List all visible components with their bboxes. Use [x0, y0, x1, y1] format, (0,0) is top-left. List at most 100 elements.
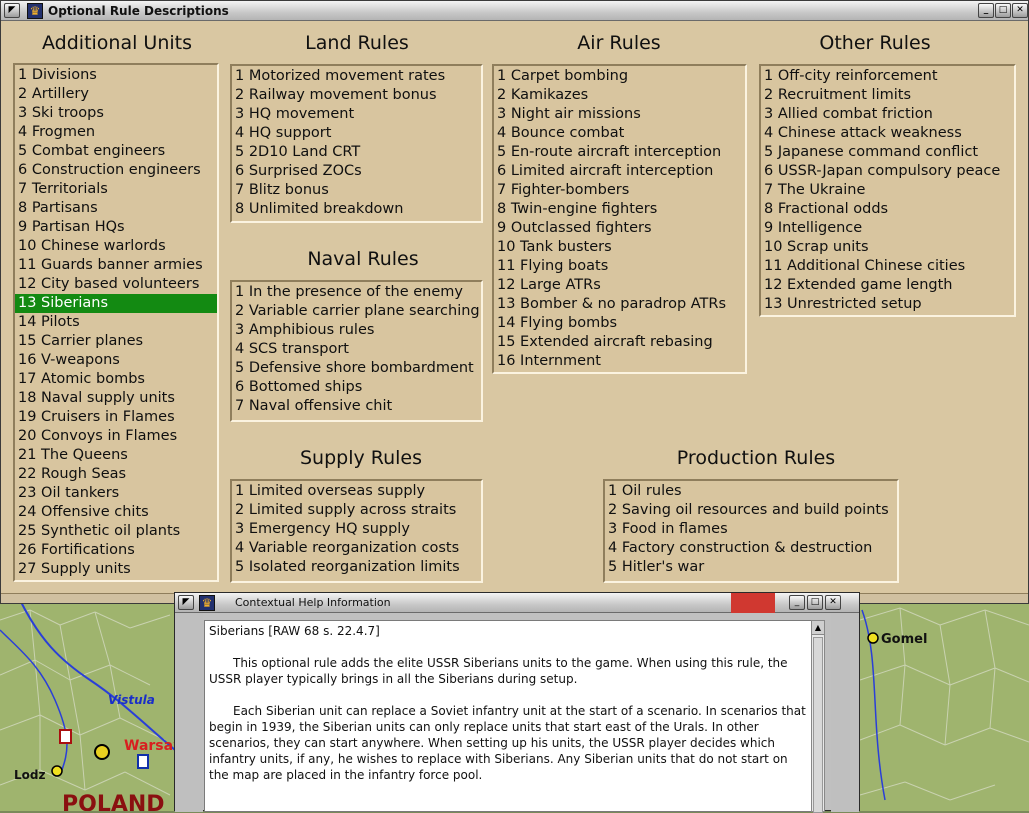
list-item[interactable]: 8 Fractional odds [761, 200, 1014, 219]
list-item[interactable]: 15 Carrier planes [15, 332, 217, 351]
help-minimize-icon[interactable]: _ [789, 595, 805, 610]
list-item[interactable]: 17 Atomic bombs [15, 370, 217, 389]
help-text-area[interactable]: Siberians [RAW 68 s. 22.4.7] This option… [204, 620, 812, 812]
list-item[interactable]: 2 Saving oil resources and build points [605, 501, 897, 520]
city-marker-warsaw[interactable] [94, 744, 110, 760]
list-item[interactable]: 22 Rough Seas [15, 465, 217, 484]
list-item[interactable]: 26 Fortifications [15, 541, 217, 560]
list-item[interactable]: 6 USSR-Japan compulsory peace [761, 162, 1014, 181]
list-item[interactable]: 5 Defensive shore bombardment [232, 359, 481, 378]
list-item[interactable]: 3 Food in flames [605, 520, 897, 539]
list-item[interactable]: 14 Pilots [15, 313, 217, 332]
list-item[interactable]: 4 SCS transport [232, 340, 481, 359]
supply-rules-list[interactable]: 1 Limited overseas supply 2 Limited suppl… [230, 479, 483, 583]
list-item[interactable]: 10 Scrap units [761, 238, 1014, 257]
list-item[interactable]: 5 2D10 Land CRT [232, 143, 481, 162]
list-item[interactable]: 13 Bomber & no paradrop ATRs [494, 295, 745, 314]
scroll-up-icon[interactable]: ▲ [812, 621, 824, 635]
list-item[interactable]: 11 Additional Chinese cities [761, 257, 1014, 276]
list-item[interactable]: 24 Offensive chits [15, 503, 217, 522]
list-item[interactable]: 9 Intelligence [761, 219, 1014, 238]
list-item[interactable]: 5 Combat engineers [15, 142, 217, 161]
help-system-menu-icon[interactable]: ◤ [178, 595, 194, 610]
naval-rules-list[interactable]: 1 In the presence of the enemy 2 Variable… [230, 280, 483, 422]
city-marker-gomel[interactable] [867, 632, 879, 644]
list-item[interactable]: 2 Kamikazes [494, 86, 745, 105]
help-close-icon[interactable]: ✕ [825, 595, 841, 610]
list-item[interactable]: 5 Japanese command conflict [761, 143, 1014, 162]
list-item[interactable]: 9 Outclassed fighters [494, 219, 745, 238]
list-item[interactable]: 4 Frogmen [15, 123, 217, 142]
land-rules-list[interactable]: 1 Motorized movement rates 2 Railway move… [230, 64, 483, 223]
list-item[interactable]: 1 Oil rules [605, 482, 897, 501]
air-rules-list[interactable]: 1 Carpet bombing 2 Kamikazes 3 Night air m… [492, 64, 747, 374]
additional-units-list[interactable]: 1 Divisions 2 Artillery 3 Ski troops 4 Frog… [13, 63, 219, 582]
list-item[interactable]: 5 Hitler's war [605, 558, 897, 577]
unit-counter-2[interactable] [137, 754, 149, 769]
list-item[interactable]: 1 In the presence of the enemy [232, 283, 481, 302]
main-titlebar[interactable]: ◤ ♛ Optional Rule Descriptions _ □ ✕ [1, 1, 1028, 21]
list-item[interactable]: 7 Fighter-bombers [494, 181, 745, 200]
help-titlebar[interactable]: ◤ ♛ Contextual Help Information _ □ ✕ [175, 593, 859, 613]
list-item[interactable]: 27 Supply units [15, 560, 217, 579]
unit-counter-1[interactable] [59, 729, 72, 744]
list-item[interactable]: 4 Bounce combat [494, 124, 745, 143]
list-item[interactable]: 5 Isolated reorganization limits [232, 558, 481, 577]
production-rules-list[interactable]: 1 Oil rules 2 Saving oil resources and bu… [603, 479, 899, 583]
list-item[interactable]: 6 Construction engineers [15, 161, 217, 180]
help-maximize-icon[interactable]: □ [807, 595, 823, 610]
list-item[interactable]: 1 Divisions [15, 66, 217, 85]
list-item[interactable]: 2 Recruitment limits [761, 86, 1014, 105]
list-item[interactable]: 7 Naval offensive chit [232, 397, 481, 416]
list-item[interactable]: 16 V-weapons [15, 351, 217, 370]
list-item[interactable]: 3 Emergency HQ supply [232, 520, 481, 539]
list-item[interactable]: 18 Naval supply units [15, 389, 217, 408]
list-item[interactable]: 3 Night air missions [494, 105, 745, 124]
list-item[interactable]: 6 Surprised ZOCs [232, 162, 481, 181]
list-item[interactable]: 13 Siberians [15, 294, 217, 313]
list-item[interactable]: 3 Amphibious rules [232, 321, 481, 340]
minimize-icon[interactable]: _ [978, 3, 994, 18]
city-marker-lodz[interactable] [51, 765, 63, 777]
list-item[interactable]: 9 Partisan HQs [15, 218, 217, 237]
list-item[interactable]: 6 Bottomed ships [232, 378, 481, 397]
list-item[interactable]: 3 Allied combat friction [761, 105, 1014, 124]
list-item[interactable]: 7 Blitz bonus [232, 181, 481, 200]
help-vertical-scrollbar[interactable]: ▲ [811, 620, 825, 813]
list-item[interactable]: 8 Twin-engine fighters [494, 200, 745, 219]
list-item[interactable]: 1 Limited overseas supply [232, 482, 481, 501]
list-item[interactable]: 4 Factory construction & destruction [605, 539, 897, 558]
list-item[interactable]: 2 Limited supply across straits [232, 501, 481, 520]
list-item[interactable]: 19 Cruisers in Flames [15, 408, 217, 427]
other-rules-list[interactable]: 1 Off-city reinforcement 2 Recruitment li… [759, 64, 1016, 317]
list-item[interactable]: 13 Unrestricted setup [761, 295, 1014, 314]
list-item[interactable]: 3 HQ movement [232, 105, 481, 124]
list-item[interactable]: 25 Synthetic oil plants [15, 522, 217, 541]
close-icon[interactable]: ✕ [1012, 3, 1028, 18]
list-item[interactable]: 4 HQ support [232, 124, 481, 143]
list-item[interactable]: 6 Limited aircraft interception [494, 162, 745, 181]
list-item[interactable]: 1 Off-city reinforcement [761, 67, 1014, 86]
list-item[interactable]: 23 Oil tankers [15, 484, 217, 503]
list-item[interactable]: 1 Carpet bombing [494, 67, 745, 86]
system-menu-icon[interactable]: ◤ [4, 3, 20, 18]
list-item[interactable]: 11 Flying boats [494, 257, 745, 276]
list-item[interactable]: 14 Flying bombs [494, 314, 745, 333]
list-item[interactable]: 11 Guards banner armies [15, 256, 217, 275]
list-item[interactable]: 10 Tank busters [494, 238, 745, 257]
list-item[interactable]: 2 Railway movement bonus [232, 86, 481, 105]
list-item[interactable]: 2 Artillery [15, 85, 217, 104]
list-item[interactable]: 21 The Queens [15, 446, 217, 465]
list-item[interactable]: 3 Ski troops [15, 104, 217, 123]
list-item[interactable]: 20 Convoys in Flames [15, 427, 217, 446]
list-item[interactable]: 12 Extended game length [761, 276, 1014, 295]
list-item[interactable]: 16 Internment [494, 352, 745, 371]
list-item[interactable]: 1 Motorized movement rates [232, 67, 481, 86]
list-item[interactable]: 4 Chinese attack weakness [761, 124, 1014, 143]
list-item[interactable]: 10 Chinese warlords [15, 237, 217, 256]
list-item[interactable]: 7 Territorials [15, 180, 217, 199]
scroll-thumb[interactable] [813, 637, 823, 813]
list-item[interactable]: 8 Partisans [15, 199, 217, 218]
list-item[interactable]: 5 En-route aircraft interception [494, 143, 745, 162]
list-item[interactable]: 8 Unlimited breakdown [232, 200, 481, 219]
